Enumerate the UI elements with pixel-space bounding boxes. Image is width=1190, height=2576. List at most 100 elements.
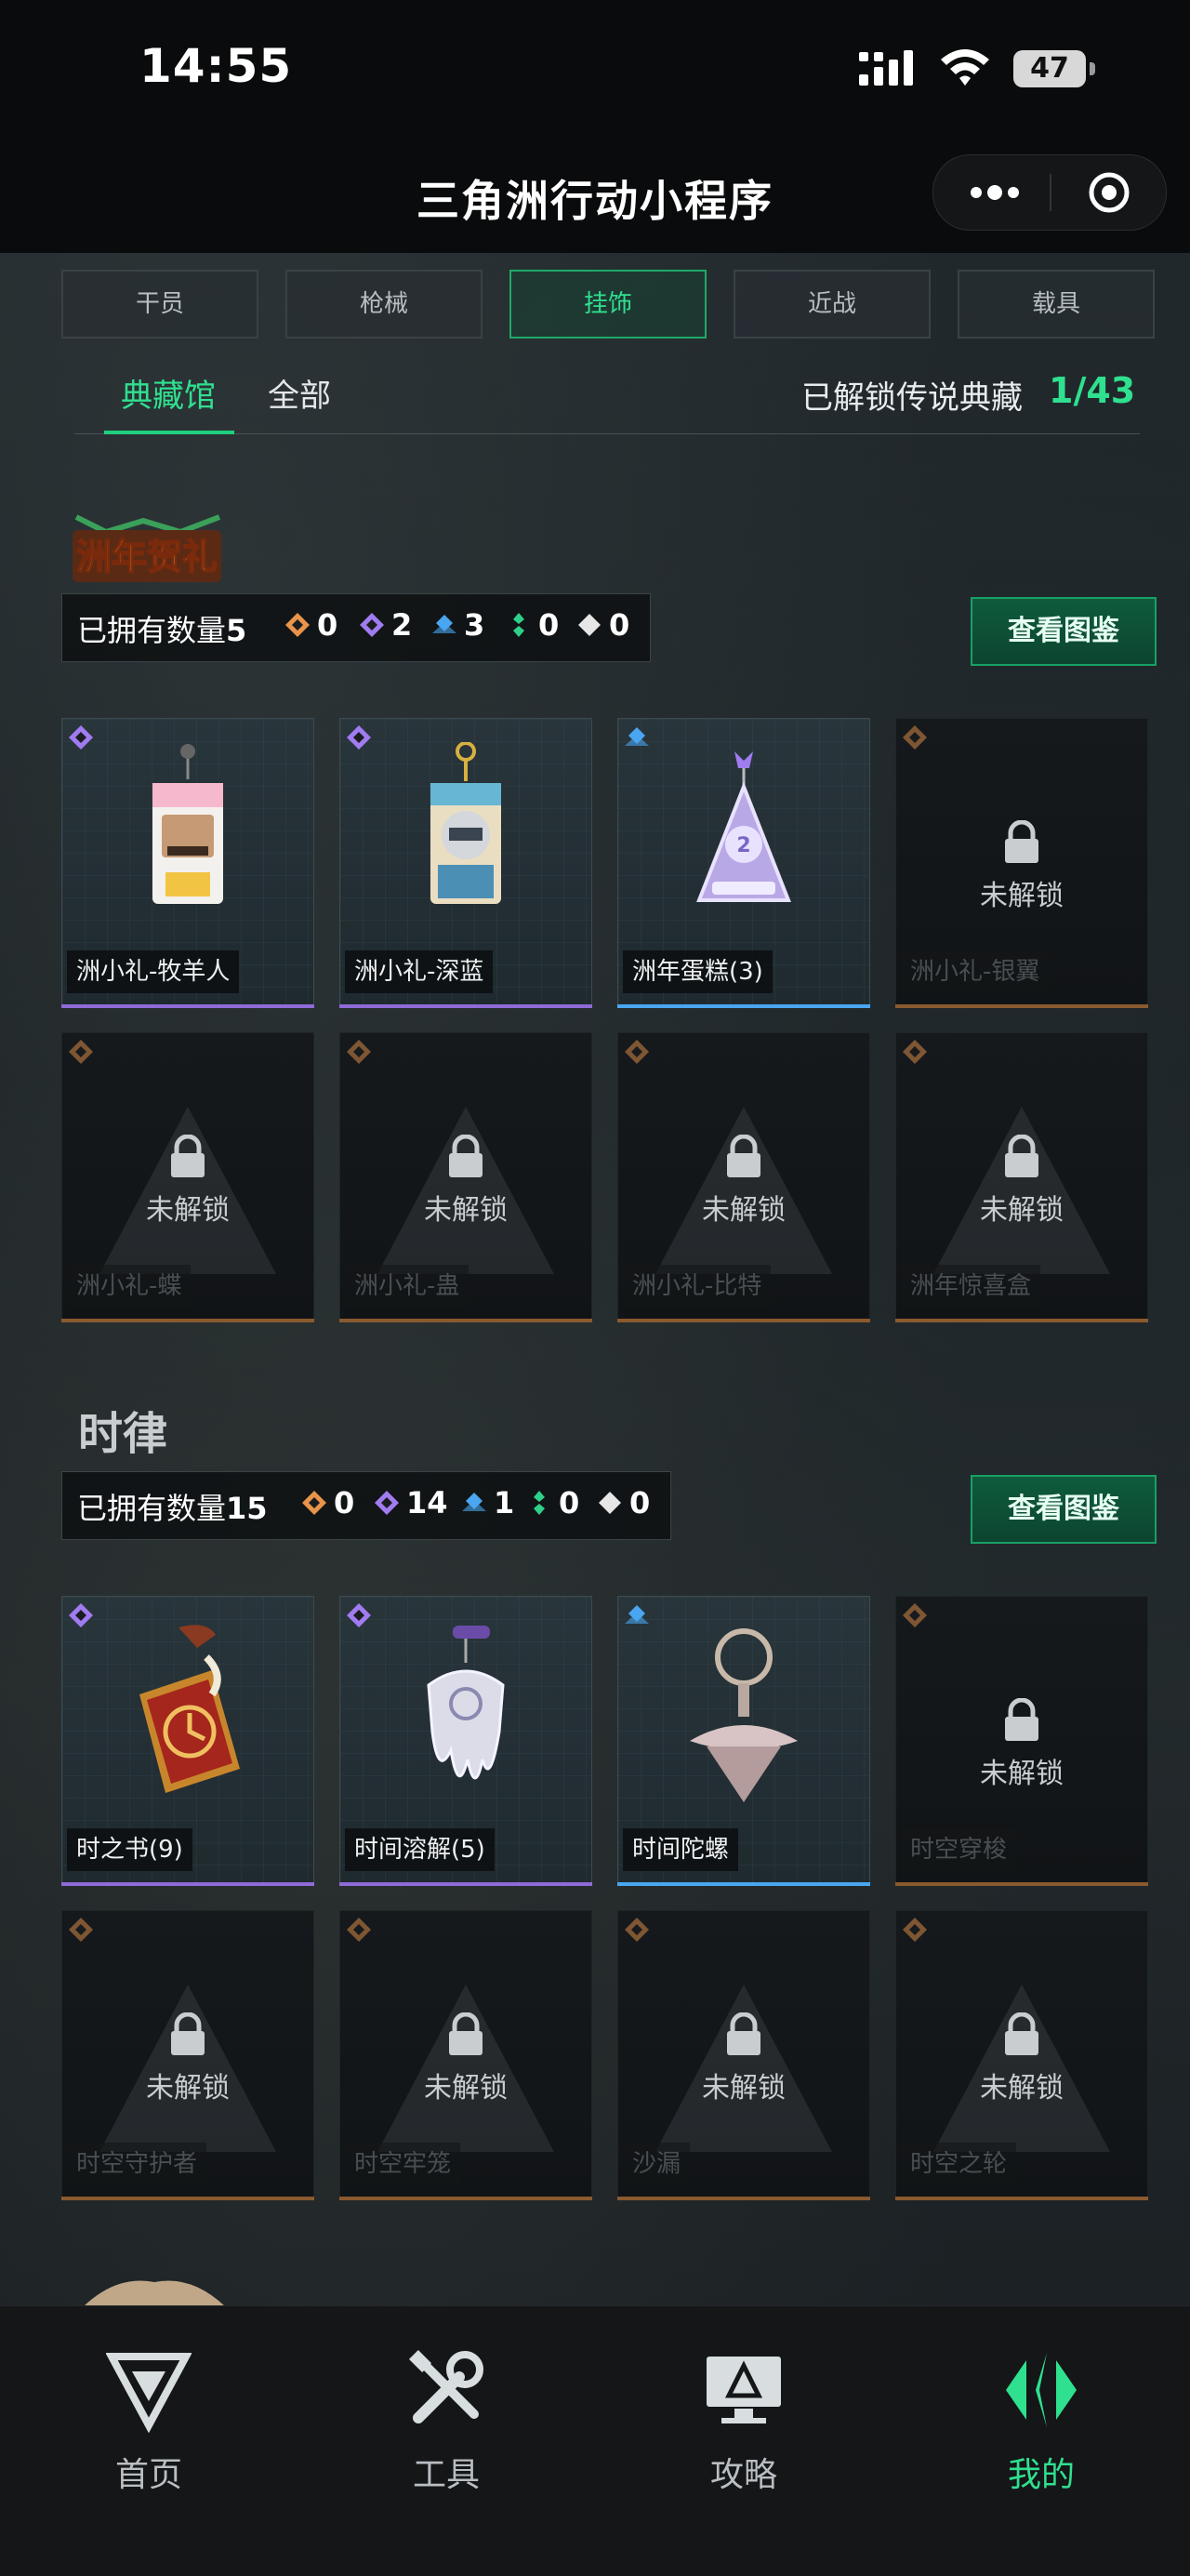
lock-icon [449,1135,483,1177]
tab-all[interactable]: 全部 [268,370,331,416]
gold-gem-icon [285,613,310,637]
lock-text: 未解锁 [980,880,1064,912]
status-time: 14:55 [139,39,293,93]
nav-guide[interactable]: 攻略 [641,2347,846,2496]
deep-blue-charm-image [430,742,501,904]
rarity-count-gold: 0 [300,1485,354,1520]
book-of-time-image [139,1625,240,1793]
item-card-locked[interactable]: 未解锁 洲小礼-蝶 [61,1032,314,1322]
owned-count: 5 [226,613,247,648]
nav-home[interactable]: 首页 [46,2347,251,2496]
item-name: 时空牢笼 [345,2143,461,2185]
locked-overlay: 未解锁 [895,820,1148,913]
lock-icon [1005,1135,1038,1177]
item-card[interactable]: 洲小礼-深蓝 [339,718,592,1008]
locked-overlay: 未解锁 [339,2012,592,2105]
tab-collection-hall[interactable]: 典藏馆 [121,370,216,416]
rarity-count-gold: 0 [284,607,337,643]
owned-label: 已拥有数量 [77,1491,227,1526]
item-name: 洲小礼-牧羊人 [67,950,240,993]
locked-overlay: 未解锁 [617,1135,870,1228]
purple-gem-icon [375,1491,399,1515]
item-name: 时空之轮 [901,2143,1017,2185]
locked-overlay: 未解锁 [895,1698,1148,1791]
item-name: 时之书(9) [67,1828,192,1871]
item-name: 洲小礼-蛊 [345,1265,469,1308]
lock-text: 未解锁 [702,2072,786,2105]
gold-gem-icon [69,1040,93,1064]
item-card[interactable]: 2 洲年蛋糕(3) [617,718,870,1008]
gold-gem-icon [903,1603,927,1627]
item-card[interactable]: 洲小礼-牧羊人 [61,718,314,1008]
lock-icon [727,1135,760,1177]
locked-overlay: 未解锁 [895,2012,1148,2105]
bottom-navigation: 首页 工具 攻略 我的 [0,2305,1190,2576]
section-logo-text: 洲年贺礼 [76,537,218,578]
item-name: 洲小礼-比特 [623,1265,772,1308]
tab-melee[interactable]: 近战 [734,270,931,339]
tab-operators[interactable]: 干员 [61,270,258,339]
item-name: 时空守护者 [67,2143,207,2185]
item-card[interactable]: 时间溶解(5) [339,1596,592,1886]
green-gem-icon [534,1491,545,1515]
gold-gem-icon [625,1040,649,1064]
owned-label: 已拥有数量 [77,613,227,648]
item-card-locked[interactable]: 未解锁 洲小礼-比特 [617,1032,870,1322]
home-logo-icon [106,2353,192,2433]
tools-icon [408,2349,483,2423]
item-card-locked[interactable]: 未解锁 洲小礼-蛊 [339,1032,592,1322]
close-miniprogram-icon[interactable] [1087,170,1131,215]
item-card[interactable]: 时间陀螺 [617,1596,870,1886]
lock-icon [1005,820,1038,863]
rarity-count-blue: 3 [430,607,484,643]
locked-overlay: 未解锁 [617,2012,870,2105]
tab-vehicles[interactable]: 载具 [958,270,1155,339]
tab-firearms[interactable]: 枪械 [285,270,483,339]
item-name: 沙漏 [623,2143,691,2185]
nav-label: 我的 [1007,2456,1075,2494]
item-name: 洲小礼-银翼 [901,950,1050,993]
gold-gem-icon [903,725,927,750]
tab-charms[interactable]: 挂饰 [509,270,707,339]
blue-gem-icon [625,1605,649,1624]
purple-gem-icon [347,1603,371,1627]
new-year-cake-image: 2 [696,751,791,902]
locked-overlay: 未解锁 [61,2012,314,2105]
svg-text:2: 2 [736,834,750,857]
rarity-count-blue: 1 [460,1485,514,1520]
white-gem-icon [599,1492,621,1514]
purple-gem-icon [69,725,93,750]
item-card-locked[interactable]: 未解锁 洲年惊喜盒 [895,1032,1148,1322]
shepherd-charm-image [152,744,223,904]
item-card-locked[interactable]: 未解锁 洲小礼-银翼 [895,718,1148,1008]
gold-gem-icon [302,1491,326,1515]
view-catalog-button[interactable]: 查看图鉴 [971,1475,1157,1544]
wifi-icon [941,49,989,86]
gold-gem-icon [625,1918,649,1942]
item-card-locked[interactable]: 未解锁 时空穿梭 [895,1596,1148,1886]
item-name: 时间溶解(5) [345,1828,495,1871]
lock-icon [449,2012,483,2055]
item-name: 洲小礼-深蓝 [345,950,494,993]
lock-text: 未解锁 [980,1194,1064,1227]
lock-icon [727,2012,760,2055]
nav-profile[interactable]: 我的 [939,2347,1144,2496]
locked-overlay: 未解锁 [895,1135,1148,1228]
owned-label-row: 已拥有数量15 [77,1485,268,1528]
lock-text: 未解锁 [424,1194,508,1227]
item-name: 时空穿梭 [901,1828,1017,1871]
gold-gem-icon [347,1040,371,1064]
owned-summary: 已拥有数量15 0 14 1 0 0 [61,1471,671,1540]
next-section-logo [84,2280,225,2306]
nav-tools[interactable]: 工具 [344,2347,549,2496]
item-card[interactable]: 时之书(9) [61,1596,314,1886]
blue-gem-icon [432,615,456,633]
item-card-locked[interactable]: 未解锁 时空牢笼 [339,1910,592,2200]
more-options-icon[interactable] [967,176,1023,209]
view-catalog-button[interactable]: 查看图鉴 [971,597,1157,666]
item-card-locked[interactable]: 未解锁 时空守护者 [61,1910,314,2200]
owned-count: 15 [226,1491,268,1526]
item-card-locked[interactable]: 未解锁 沙漏 [617,1910,870,2200]
item-card-locked[interactable]: 未解锁 时空之轮 [895,1910,1148,2200]
lock-text: 未解锁 [146,1194,230,1227]
